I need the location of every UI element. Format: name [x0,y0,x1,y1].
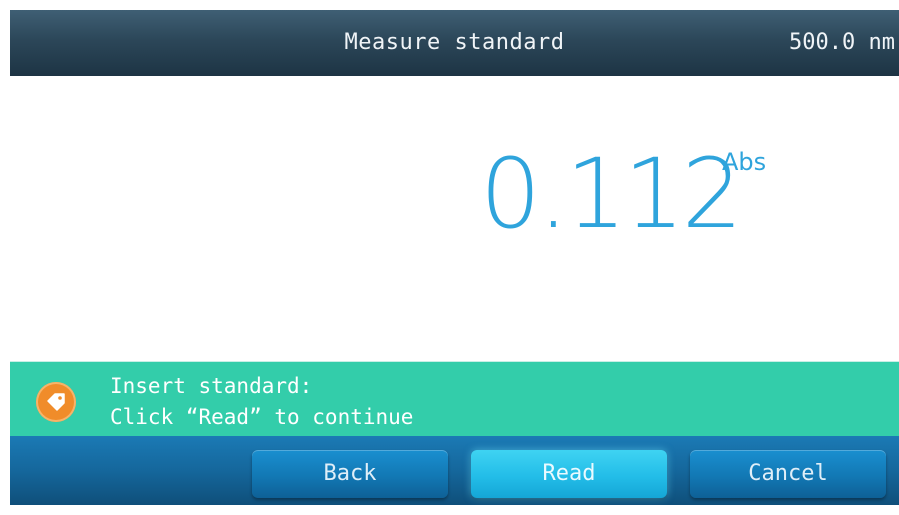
tag-icon [36,382,76,422]
read-button[interactable]: Read [471,450,667,498]
instrument-screen: Measure standard 500.0 nm 0.112 Abs Inse… [10,10,899,505]
measurement-area: 0.112 Abs [10,76,899,361]
status-message-bar: Insert standard: Click “Read” to continu… [10,361,899,436]
wavelength-readout: 500.0 nm [789,30,895,55]
back-button[interactable]: Back [252,450,448,498]
page-title: Measure standard [344,30,565,55]
status-message-line-2: Click “Read” to continue [110,405,414,429]
header-bar: Measure standard 500.0 nm [10,10,899,76]
status-message-line-1: Insert standard: [110,374,313,398]
cancel-button[interactable]: Cancel [690,450,886,498]
absorbance-value: 0.112 [480,138,743,250]
footer-button-bar: Back Read Cancel [10,436,899,505]
absorbance-unit: Abs [722,148,767,176]
